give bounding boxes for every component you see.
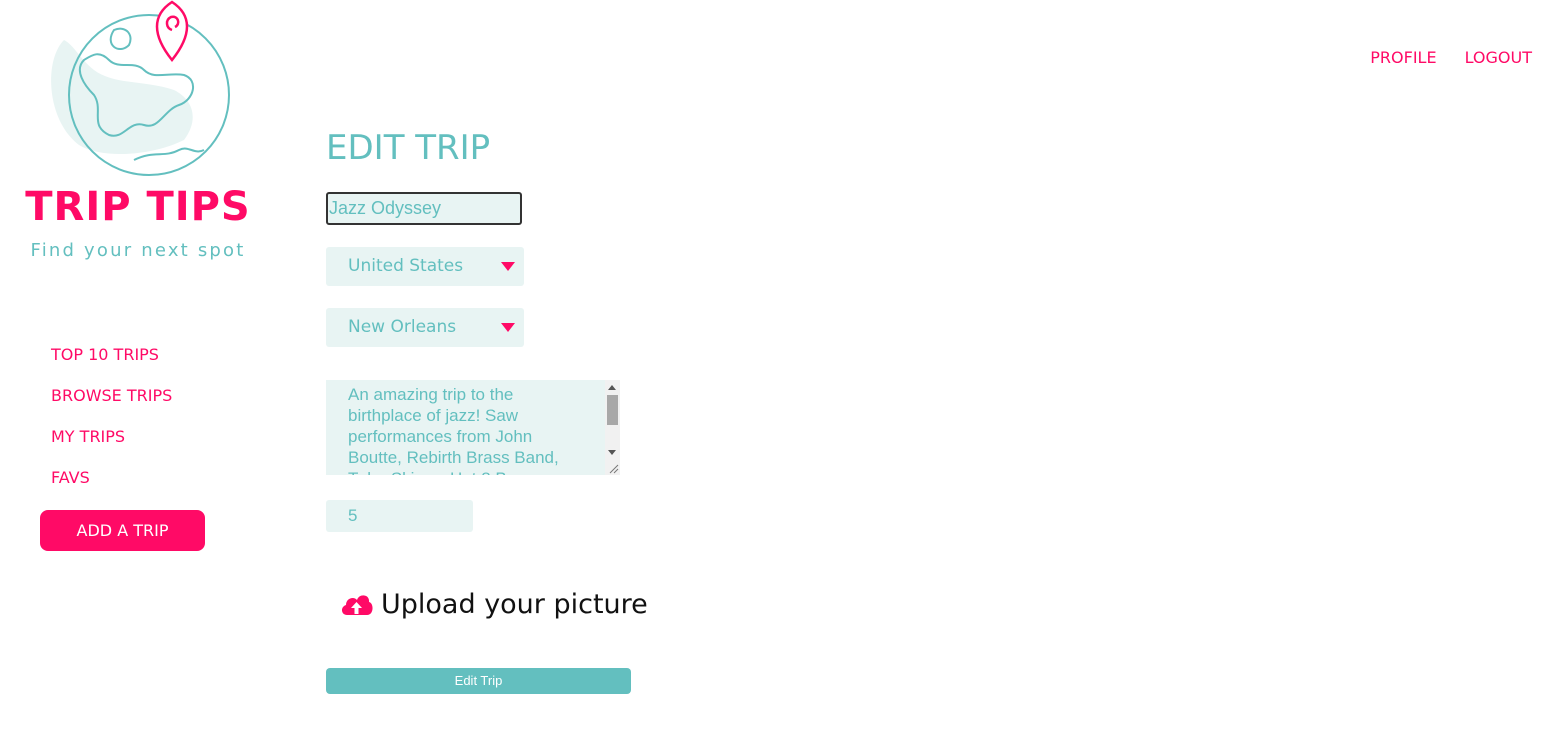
profile-link[interactable]: PROFILE bbox=[1370, 48, 1436, 68]
upload-label: Upload your picture bbox=[381, 589, 648, 620]
description-textarea[interactable]: An amazing trip to the birthplace of jaz… bbox=[326, 380, 620, 475]
logout-link[interactable]: LOGOUT bbox=[1465, 48, 1532, 68]
edit-trip-button[interactable]: Edit Trip bbox=[326, 668, 631, 694]
description-scrollbar[interactable] bbox=[605, 380, 620, 475]
globe-with-map-pin-icon bbox=[51, 0, 230, 176]
scroll-thumb[interactable] bbox=[607, 395, 618, 425]
sidebar-item-favs[interactable]: FAVS bbox=[51, 468, 172, 509]
sidebar-nav: TOP 10 TRIPS BROWSE TRIPS MY TRIPS FAVS bbox=[51, 345, 172, 509]
sidebar-item-browse-trips[interactable]: BROWSE TRIPS bbox=[51, 386, 172, 427]
upload-picture-button[interactable]: Upload your picture bbox=[340, 583, 648, 627]
trip-name-input[interactable] bbox=[326, 192, 522, 225]
country-select[interactable]: United States bbox=[326, 247, 524, 286]
logo[interactable]: TRIP TIPS Find your next spot bbox=[22, 0, 252, 275]
brand-tagline: Find your next spot bbox=[30, 240, 246, 261]
resize-grip-icon[interactable] bbox=[608, 463, 619, 474]
top-nav: PROFILE LOGOUT bbox=[1370, 48, 1532, 68]
chevron-down-icon bbox=[501, 323, 515, 332]
description-text: An amazing trip to the birthplace of jaz… bbox=[348, 385, 559, 475]
page-title: EDIT TRIP bbox=[326, 128, 491, 168]
city-select[interactable]: New Orleans bbox=[326, 308, 524, 347]
brand-title: TRIP TIPS bbox=[25, 184, 251, 230]
cloud-upload-icon bbox=[341, 595, 373, 615]
scroll-down-arrow-icon[interactable] bbox=[608, 450, 616, 455]
scroll-up-arrow-icon[interactable] bbox=[608, 385, 616, 390]
city-select-value: New Orleans bbox=[348, 317, 457, 337]
rating-input[interactable]: 5 bbox=[326, 500, 473, 532]
add-trip-button[interactable]: ADD A TRIP bbox=[40, 510, 205, 551]
country-select-value: United States bbox=[348, 256, 464, 276]
chevron-down-icon bbox=[501, 262, 515, 271]
sidebar-item-top-10-trips[interactable]: TOP 10 TRIPS bbox=[51, 345, 172, 386]
sidebar-item-my-trips[interactable]: MY TRIPS bbox=[51, 427, 172, 468]
